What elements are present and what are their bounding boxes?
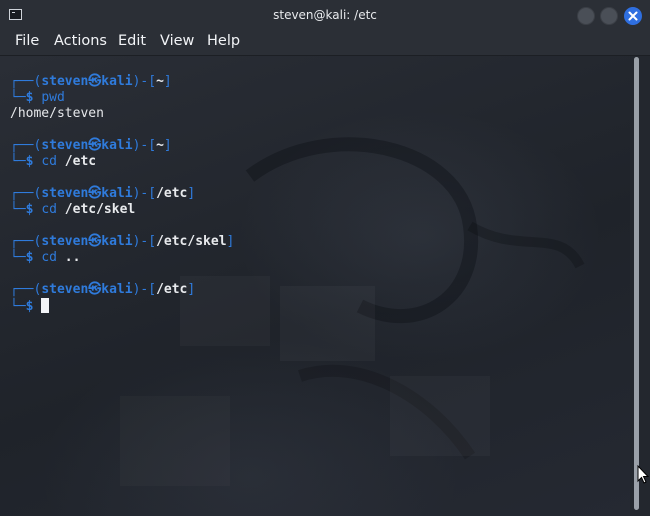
prompt-user-host: steven㉿kali — [41, 234, 133, 249]
prompt-cwd: ~ — [156, 138, 164, 153]
command-arg: .. — [64, 250, 81, 265]
prompt-line: ┌──(steven㉿kali)-[/etc/skel] — [10, 234, 235, 249]
active-command-line[interactable]: └─$ — [10, 298, 50, 314]
prompt-line: ┌──(steven㉿kali)-[/etc] — [10, 186, 196, 201]
close-button[interactable] — [624, 7, 642, 25]
prompt-user-host: steven㉿kali — [41, 74, 133, 89]
command-line: └─$ pwd — [10, 90, 65, 105]
menu-view[interactable]: View — [160, 33, 194, 49]
command-text: cd — [41, 202, 57, 217]
menu-file[interactable]: File — [15, 33, 39, 49]
menu-edit[interactable]: Edit — [118, 33, 146, 49]
prompt-line: ┌──(steven㉿kali)-[~] — [10, 74, 172, 89]
prompt-user-host: steven㉿kali — [41, 138, 133, 153]
menu-help[interactable]: Help — [207, 33, 240, 49]
prompt-cwd: /etc — [156, 186, 188, 201]
command-line: └─$ cd /etc — [10, 154, 97, 169]
terminal-area[interactable]: ┌──(steven㉿kali)-[~] └─$ pwd /home/steve… — [0, 56, 630, 516]
close-icon — [628, 11, 638, 21]
terminal-window: steven@kali: /etc File Actions Edit View… — [0, 0, 650, 516]
prompt-cwd: /etc — [156, 282, 188, 297]
minimize-button[interactable] — [577, 7, 595, 25]
command-text: pwd — [41, 90, 65, 105]
prompt-user-host: steven㉿kali — [41, 186, 133, 201]
title-bar[interactable]: steven@kali: /etc — [0, 0, 650, 31]
command-text: cd — [41, 250, 57, 265]
prompt-line: ┌──(steven㉿kali)-[/etc] — [10, 282, 196, 297]
command-line: └─$ cd /etc/skel — [10, 202, 136, 217]
window-title: steven@kali: /etc — [273, 8, 377, 22]
command-text: cd — [41, 154, 57, 169]
menu-actions[interactable]: Actions — [54, 33, 107, 49]
mouse-pointer-icon — [637, 465, 649, 484]
scrollbar-thumb[interactable] — [634, 57, 639, 510]
menu-bar: File Actions Edit View Help — [0, 31, 650, 56]
prompt-cwd: ~ — [156, 74, 164, 89]
maximize-button[interactable] — [600, 7, 618, 25]
prompt-user-host: steven㉿kali — [41, 282, 133, 297]
text-cursor — [41, 298, 50, 313]
command-arg: /etc/skel — [64, 202, 136, 217]
command-line: └─$ cd .. — [10, 250, 81, 265]
prompt-cwd: /etc/skel — [156, 234, 227, 249]
command-output: /home/steven — [10, 106, 104, 121]
scrollbar-track[interactable] — [630, 56, 650, 516]
prompt-line: ┌──(steven㉿kali)-[~] — [10, 138, 172, 153]
command-arg: /etc — [64, 154, 97, 169]
